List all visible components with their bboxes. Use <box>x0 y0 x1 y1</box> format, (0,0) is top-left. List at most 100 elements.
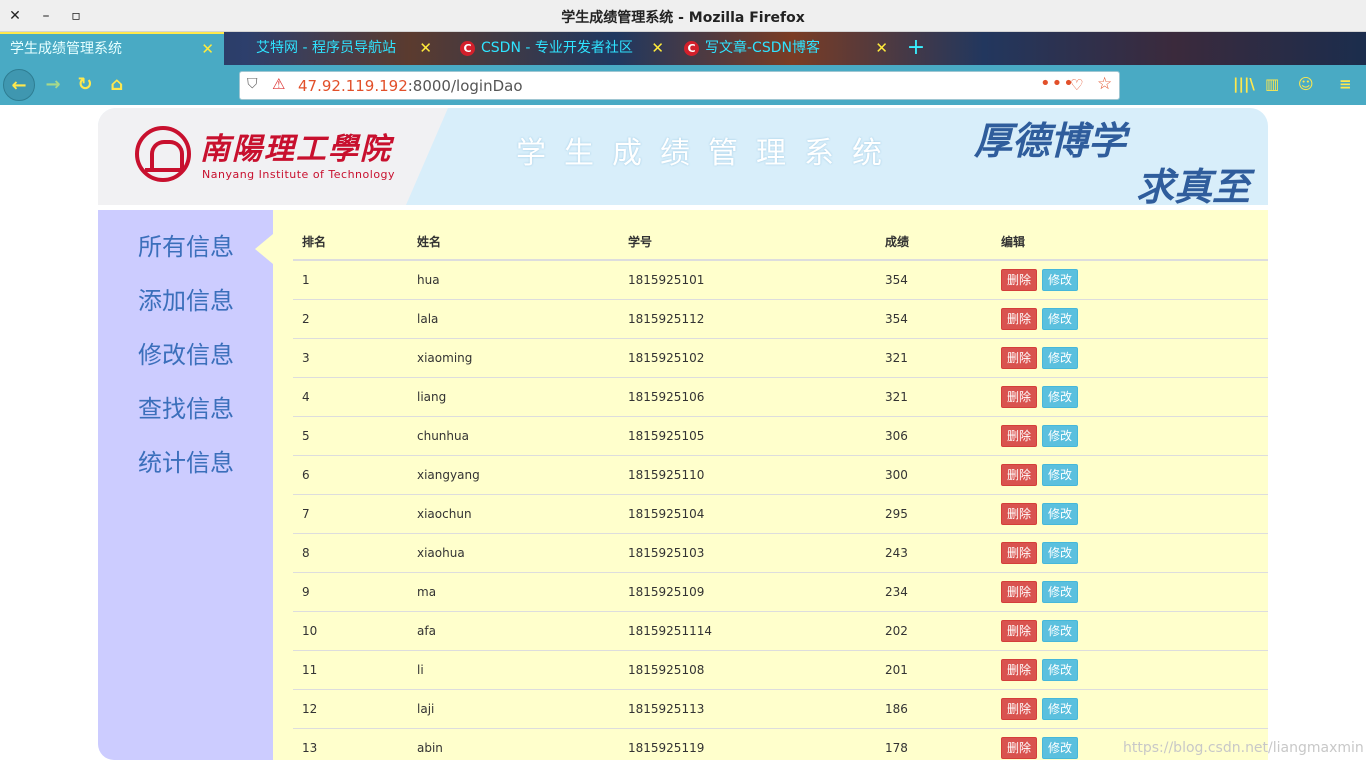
tab-csdn-write[interactable]: C 写文章-CSDN博客 ✕ <box>674 32 898 65</box>
edit-button[interactable]: 修改 <box>1042 541 1079 564</box>
edit-button[interactable]: 修改 <box>1042 658 1079 681</box>
delete-button[interactable]: 删除 <box>1001 424 1038 447</box>
sidebar-menu: 所有信息 添加信息 修改信息 查找信息 统计信息 <box>98 210 273 760</box>
table-cell-name: liang <box>408 376 619 416</box>
delete-button[interactable]: 删除 <box>1001 697 1038 720</box>
forward-button[interactable]: → <box>37 69 69 101</box>
table-cell-rank: 10 <box>293 610 408 650</box>
sidebar-item-all-info[interactable]: 所有信息 <box>138 214 273 268</box>
table-row: 9 ma 1815925109 234 删除 修改 <box>293 571 1268 611</box>
edit-button[interactable]: 修改 <box>1042 385 1079 408</box>
url-host: 47.92.119.192 <box>298 77 408 95</box>
tab-close-icon[interactable]: ✕ <box>201 34 214 65</box>
delete-button[interactable]: 删除 <box>1001 580 1038 603</box>
table-cell-name: hua <box>408 259 619 299</box>
new-tab-button[interactable]: + <box>906 32 926 65</box>
table-cell-student-id: 1815925101 <box>619 259 876 299</box>
url-text[interactable]: 47.92.119.192:8000/loginDao <box>298 77 523 95</box>
table-cell-student-id: 1815925113 <box>619 688 876 728</box>
table-cell-score: 354 <box>876 298 992 338</box>
edit-button[interactable]: 修改 <box>1042 736 1079 759</box>
motto-line-2: 求真至善 <box>1136 164 1251 205</box>
column-header-name: 姓名 <box>408 223 619 261</box>
insecure-connection-icon[interactable]: ⚠ <box>272 75 285 93</box>
tab-student-grades[interactable]: 学生成绩管理系统 ✕ <box>0 32 224 65</box>
tab-csdn[interactable]: C CSDN - 专业开发者社区 ✕ <box>450 32 674 65</box>
column-header-student-id: 学号 <box>619 223 876 261</box>
delete-button[interactable]: 删除 <box>1001 307 1038 330</box>
delete-button[interactable]: 删除 <box>1001 502 1038 525</box>
tab-strip: 学生成绩管理系统 ✕ 艾特网 - 程序员导航站 ✕ C CSDN - 专业开发者社… <box>0 32 1366 65</box>
bookmark-star-icon[interactable]: ☆ <box>1097 74 1112 94</box>
delete-button[interactable]: 删除 <box>1001 268 1038 291</box>
edit-button[interactable]: 修改 <box>1042 268 1079 291</box>
table-cell-name: xiaoming <box>408 337 619 377</box>
system-title: 学生成绩管理系统 <box>516 136 900 171</box>
sidebar-item-modify-info[interactable]: 修改信息 <box>138 322 273 376</box>
table-row: 5 chunhua 1815925105 306 删除 修改 <box>293 415 1268 455</box>
table-cell-rank: 3 <box>293 337 408 377</box>
sidebar-item-add-info[interactable]: 添加信息 <box>138 268 273 322</box>
account-icon[interactable]: ☺ <box>1298 75 1314 93</box>
table-body: 1 hua 1815925101 354 删除 修改 2 lala 1815925112 354 删… <box>293 259 1268 767</box>
table-cell-actions: 删除 修改 <box>992 415 1268 455</box>
table-cell-name: ma <box>408 571 619 611</box>
edit-button[interactable]: 修改 <box>1042 619 1079 642</box>
pocket-icon[interactable]: ♡ <box>1070 76 1083 94</box>
table-cell-name: xiaohua <box>408 532 619 572</box>
tracking-shield-icon[interactable]: ⛉ <box>247 76 258 92</box>
table-row: 7 xiaochun 1815925104 295 删除 修改 <box>293 493 1268 533</box>
table-cell-rank: 8 <box>293 532 408 572</box>
home-button[interactable]: ⌂ <box>101 69 133 101</box>
table-cell-actions: 删除 修改 <box>992 571 1268 611</box>
sidebar-item-search-info[interactable]: 查找信息 <box>138 376 273 430</box>
table-cell-score: 295 <box>876 493 992 533</box>
table-cell-actions: 删除 修改 <box>992 649 1268 689</box>
table-cell-score: 321 <box>876 337 992 377</box>
table-cell-name: xiaochun <box>408 493 619 533</box>
table-row: 11 li 1815925108 201 删除 修改 <box>293 649 1268 689</box>
table-row: 12 laji 1815925113 186 删除 修改 <box>293 688 1268 728</box>
edit-button[interactable]: 修改 <box>1042 580 1079 603</box>
watermark: https://blog.csdn.net/liangmaxmin <box>1123 740 1364 756</box>
delete-button[interactable]: 删除 <box>1001 619 1038 642</box>
reload-button[interactable]: ↻ <box>69 69 101 101</box>
delete-button[interactable]: 删除 <box>1001 463 1038 486</box>
table-cell-score: 243 <box>876 532 992 572</box>
edit-button[interactable]: 修改 <box>1042 424 1079 447</box>
tab-itnavi[interactable]: 艾特网 - 程序员导航站 ✕ <box>246 32 442 65</box>
edit-button[interactable]: 修改 <box>1042 307 1079 330</box>
table-row: 10 afa 18159251114 202 删除 修改 <box>293 610 1268 650</box>
table-row: 8 xiaohua 1815925103 243 删除 修改 <box>293 532 1268 572</box>
tab-close-icon[interactable]: ✕ <box>419 32 432 65</box>
delete-button[interactable]: 删除 <box>1001 736 1038 759</box>
delete-button[interactable]: 删除 <box>1001 658 1038 681</box>
table-cell-rank: 5 <box>293 415 408 455</box>
table-cell-student-id: 1815925106 <box>619 376 876 416</box>
table-cell-rank: 4 <box>293 376 408 416</box>
grades-table: 排名 姓名 学号 成绩 编辑 1 hua 1815925101 354 删除 修改 2 lal… <box>293 223 1268 767</box>
sidebar-item-stats-info[interactable]: 统计信息 <box>138 430 273 484</box>
edit-button[interactable]: 修改 <box>1042 346 1079 369</box>
table-cell-rank: 2 <box>293 298 408 338</box>
window-title: 学生成绩管理系统 - Mozilla Firefox <box>561 10 805 26</box>
delete-button[interactable]: 删除 <box>1001 385 1038 408</box>
tab-close-icon[interactable]: ✕ <box>875 32 888 65</box>
edit-button[interactable]: 修改 <box>1042 697 1079 720</box>
address-bar[interactable]: ⛉ ⚠ 47.92.119.192:8000/loginDao ••• ♡ ☆ <box>239 71 1120 100</box>
column-header-score: 成绩 <box>876 223 992 261</box>
table-cell-actions: 删除 修改 <box>992 298 1268 338</box>
library-icon[interactable]: |||\ <box>1233 75 1255 93</box>
window-title-bar: ✕ – ▫ 学生成绩管理系统 - Mozilla Firefox <box>0 0 1366 32</box>
table-cell-score: 354 <box>876 259 992 299</box>
back-button[interactable]: ← <box>3 69 35 101</box>
tab-close-icon[interactable]: ✕ <box>651 32 664 65</box>
delete-button[interactable]: 删除 <box>1001 346 1038 369</box>
edit-button[interactable]: 修改 <box>1042 463 1079 486</box>
hamburger-menu-icon[interactable]: ≡ <box>1339 75 1352 93</box>
sidebar-toggle-icon[interactable]: ▥ <box>1265 75 1279 93</box>
table-cell-rank: 6 <box>293 454 408 494</box>
edit-button[interactable]: 修改 <box>1042 502 1079 525</box>
delete-button[interactable]: 删除 <box>1001 541 1038 564</box>
table-cell-actions: 删除 修改 <box>992 688 1268 728</box>
